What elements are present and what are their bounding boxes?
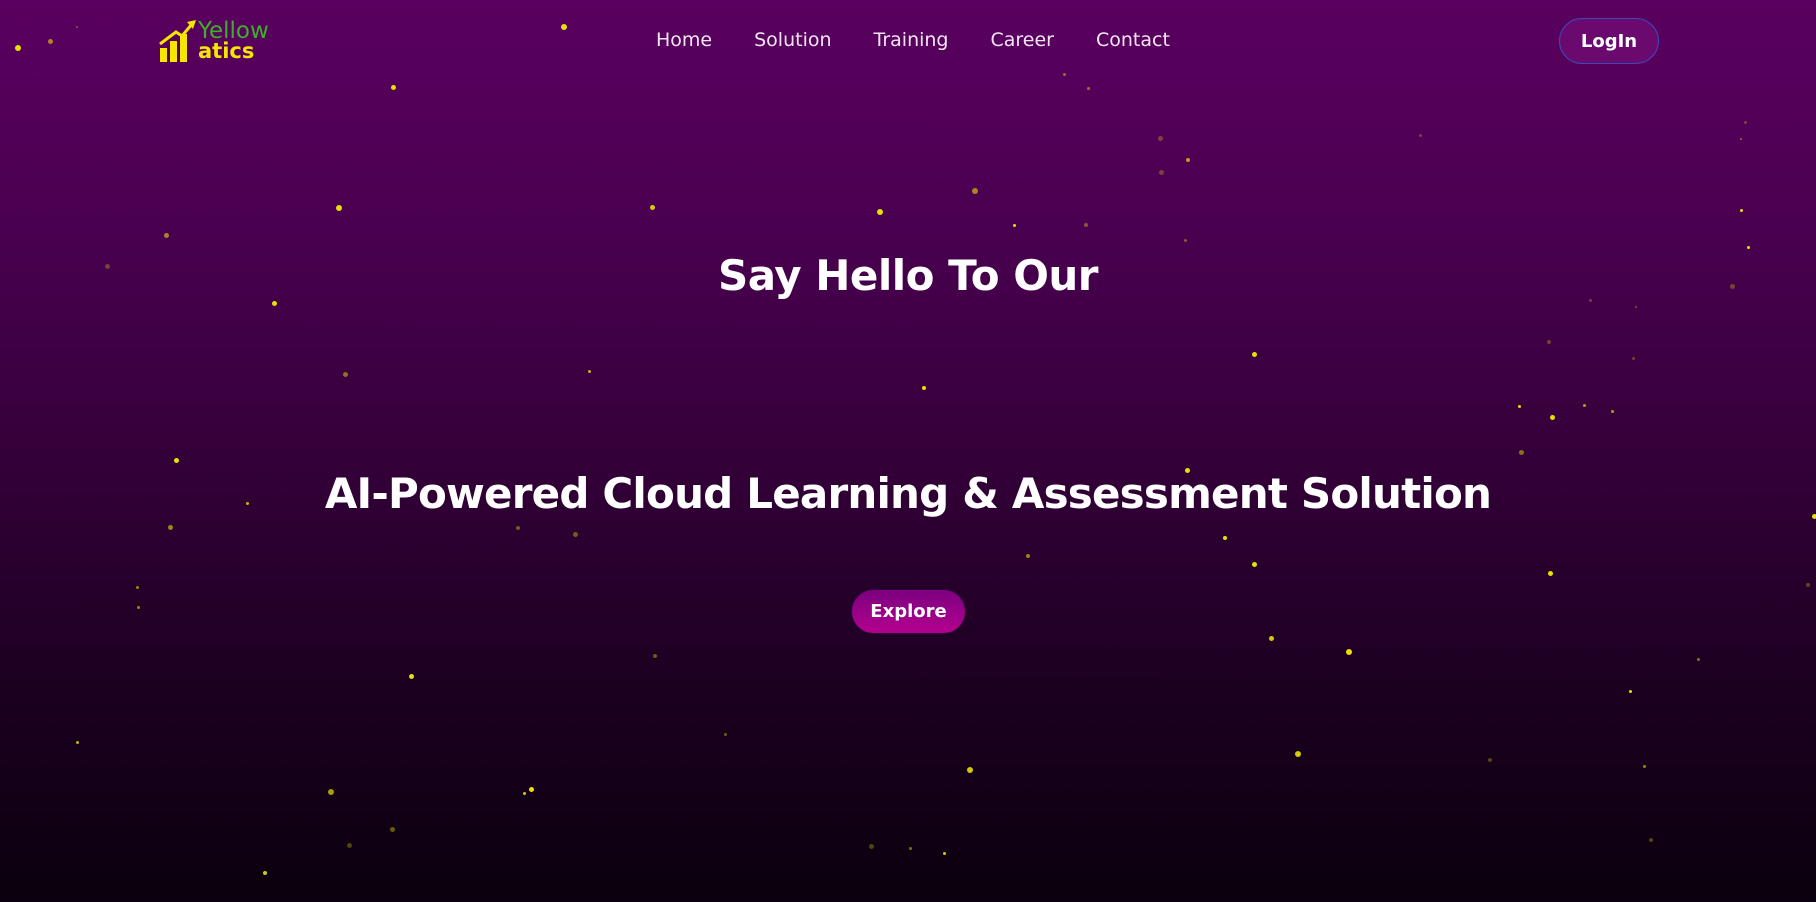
star-dot — [1183, 238, 1187, 242]
star-dot — [408, 673, 414, 679]
star-dot — [1295, 751, 1301, 757]
star-dot — [922, 386, 926, 390]
star-dot — [1547, 340, 1551, 344]
star-dot — [1547, 570, 1553, 576]
hero-title: Say Hello To Our — [717, 251, 1099, 300]
brand-logo[interactable]: Yellow atics — [158, 18, 278, 64]
star-dot — [167, 524, 173, 530]
star-dot — [1012, 223, 1016, 227]
star-dot — [1631, 356, 1635, 360]
star-dot — [649, 204, 655, 210]
star-dot — [1186, 158, 1190, 162]
star-dot — [972, 188, 978, 194]
main-nav: Home Solution Training Career Contact — [656, 28, 1170, 52]
star-dot — [1418, 133, 1422, 137]
nav-home[interactable]: Home — [656, 28, 712, 52]
star-dot — [1628, 689, 1632, 693]
nav-training[interactable]: Training — [874, 28, 949, 52]
star-dot — [342, 371, 348, 377]
star-dot — [163, 232, 169, 238]
star-dot — [1642, 764, 1646, 768]
star-dot — [942, 851, 946, 855]
star-dot — [1517, 404, 1521, 408]
star-dot — [1518, 449, 1524, 455]
star-dot — [263, 871, 267, 875]
star-dot — [1157, 135, 1163, 141]
star-dot — [135, 585, 139, 589]
hero-subtitle: AI-Powered Cloud Learning & Assessment S… — [324, 469, 1492, 518]
star-dot — [1740, 138, 1742, 140]
star-dot — [653, 654, 657, 658]
login-button[interactable]: LogIn — [1559, 18, 1659, 64]
nav-solution[interactable]: Solution — [754, 28, 831, 52]
star-dot — [1026, 554, 1030, 558]
star-dot — [1739, 208, 1743, 212]
star-dot — [877, 209, 883, 215]
star-dot — [1635, 306, 1637, 308]
logo-text-atics: atics — [198, 39, 255, 63]
star-dot — [389, 826, 395, 832]
star-dot — [1610, 409, 1614, 413]
star-dot — [516, 526, 520, 530]
star-dot — [1549, 414, 1555, 420]
star-dot — [1806, 583, 1810, 587]
star-dot — [1649, 838, 1653, 842]
starfield-background — [0, 0, 1816, 902]
site-header: Yellow atics Home Solution Training Care… — [0, 0, 1816, 82]
star-dot — [1268, 635, 1274, 641]
star-dot — [346, 842, 352, 848]
star-dot — [572, 531, 578, 537]
star-dot — [328, 789, 334, 795]
nav-contact[interactable]: Contact — [1096, 28, 1170, 52]
star-dot — [1251, 561, 1257, 567]
star-dot — [336, 205, 342, 211]
star-dot — [528, 786, 534, 792]
star-dot — [587, 369, 591, 373]
star-dot — [1086, 86, 1090, 90]
nav-career[interactable]: Career — [991, 28, 1055, 52]
explore-button[interactable]: Explore — [851, 589, 966, 634]
star-dot — [1251, 351, 1257, 357]
star-dot — [868, 843, 874, 849]
star-dot — [173, 457, 179, 463]
star-dot — [908, 846, 912, 850]
star-dot — [723, 732, 727, 736]
star-dot — [1488, 758, 1492, 762]
bar-chart-arrow-icon — [159, 20, 196, 62]
star-dot — [390, 84, 396, 90]
star-dot — [522, 791, 526, 795]
star-dot — [1158, 169, 1164, 175]
star-dot — [1223, 536, 1227, 540]
star-dot — [1696, 657, 1700, 661]
star-dot — [1582, 403, 1586, 407]
star-dot — [136, 605, 140, 609]
star-dot — [967, 767, 973, 773]
star-dot — [1743, 120, 1747, 124]
star-dot — [1346, 649, 1352, 655]
star-dot — [75, 740, 79, 744]
star-dot — [1084, 223, 1088, 227]
